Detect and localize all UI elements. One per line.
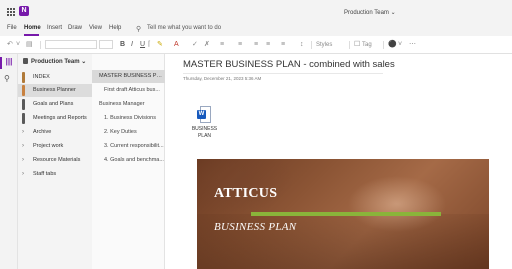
clipboard-icon[interactable]: ▤: [26, 40, 33, 50]
pages-pane: MASTER BUSINESS PLA... First draft Attic…: [92, 54, 165, 269]
page-canvas[interactable]: MASTER BUSINESS PLAN - combined with sal…: [166, 54, 512, 269]
section-label: Staff tabs: [33, 171, 57, 177]
tell-me-search[interactable]: Tell me what you want to do: [147, 25, 221, 31]
dictate-dropdown-icon[interactable]: ˅: [398, 40, 402, 50]
font-color-icon[interactable]: A: [174, 40, 179, 50]
chevron-right-icon: ›: [22, 157, 24, 163]
dictate-icon[interactable]: ⚫: [388, 40, 397, 50]
page-item[interactable]: Business Manager: [92, 98, 165, 111]
section-label: Archive: [33, 129, 52, 135]
divider: [349, 41, 350, 49]
tab-insert[interactable]: Insert: [47, 25, 62, 31]
cover-accent-bar: [251, 212, 441, 216]
section-color-swatch: [22, 99, 25, 110]
page-item[interactable]: MASTER BUSINESS PLA...: [92, 70, 165, 83]
cover-subtitle: BUSINESS PLAN: [214, 221, 297, 233]
section-group-project-work[interactable]: › Project work: [18, 140, 92, 153]
section-business-planner[interactable]: Business Planner: [18, 84, 92, 97]
section-label: Goals and Plans: [33, 101, 74, 107]
page-item[interactable]: 3. Current responsibilit...: [92, 140, 165, 153]
cover-image[interactable]: ATTICUS BUSINESS PLAN: [197, 159, 489, 269]
strikethrough-icon[interactable]: ⌈: [148, 40, 151, 50]
chevron-right-icon: ›: [22, 143, 24, 149]
cover-company-name: ATTICUS: [214, 186, 278, 201]
tab-draw[interactable]: Draw: [68, 25, 82, 31]
tab-home[interactable]: Home: [24, 25, 41, 31]
tag-icon[interactable]: ☐: [354, 40, 360, 50]
tab-view[interactable]: View: [89, 25, 102, 31]
tag-dropdown[interactable]: Tag: [362, 40, 372, 50]
menu-bar: File Home Insert Draw View Help: [0, 22, 512, 36]
app-launcher-icon[interactable]: [7, 8, 15, 16]
ribbon-toolbar: ↶ ˅ ▤ B I U ⌈ ✎ A ✓ ✗ ≡ ≡ ≡ ≡ ≡ ↕ Styles…: [0, 36, 512, 54]
page-item[interactable]: First draft Atticus bus...: [92, 84, 165, 97]
format-painter-icon[interactable]: ✓: [192, 40, 198, 50]
bold-icon[interactable]: B: [120, 40, 125, 50]
section-label: Meetings and Reports: [33, 115, 87, 121]
section-group-archive[interactable]: › Archive: [18, 126, 92, 139]
page-item[interactable]: 4. Goals and benchma...: [92, 154, 165, 167]
paragraph-spacing-icon[interactable]: ↕: [300, 40, 304, 50]
page-item[interactable]: 2. Key Duties: [92, 126, 165, 139]
section-goals-and-plans[interactable]: Goals and Plans: [18, 98, 92, 111]
onenote-logo: N: [19, 6, 29, 16]
align-icon[interactable]: ≡: [281, 40, 285, 50]
section-label: Resource Materials: [33, 157, 81, 163]
numbering-icon[interactable]: ≡: [238, 40, 242, 50]
underline-icon[interactable]: U: [140, 40, 145, 50]
attachment-label[interactable]: BUSINESS PLAN: [187, 126, 222, 140]
section-index[interactable]: INDEX: [18, 71, 92, 84]
font-size-select[interactable]: [99, 40, 113, 49]
section-color-swatch: [22, 113, 25, 124]
section-meetings-and-reports[interactable]: Meetings and Reports: [18, 112, 92, 125]
navigation-rail: ||| ⚲: [0, 54, 18, 269]
lightbulb-icon: ⚲: [136, 26, 142, 33]
page-title[interactable]: MASTER BUSINESS PLAN - combined with sal…: [183, 59, 395, 70]
divider: [40, 41, 41, 49]
bullets-icon[interactable]: ≡: [220, 40, 224, 50]
indent-icon[interactable]: ≡: [254, 40, 258, 50]
highlight-icon[interactable]: ✎: [157, 40, 163, 50]
word-badge: W: [197, 110, 206, 119]
notebooks-icon[interactable]: |||: [4, 57, 14, 69]
rail-active-indicator: [0, 57, 2, 69]
section-label: Project work: [33, 143, 64, 149]
title-bar: N Production Team ⌄: [0, 0, 512, 22]
section-color-swatch: [22, 85, 25, 96]
title-underline: [183, 73, 383, 74]
divider: [383, 41, 384, 49]
section-label: Business Planner: [33, 87, 76, 93]
word-document-icon[interactable]: W: [197, 106, 211, 123]
sections-pane: Production Team ⌄ INDEX Business Planner…: [18, 54, 92, 269]
chevron-right-icon: ›: [22, 129, 24, 135]
clear-formatting-icon[interactable]: ✗: [204, 40, 210, 50]
section-group-staff-tabs[interactable]: › Staff tabs: [18, 168, 92, 181]
italic-icon[interactable]: I: [131, 40, 133, 50]
outdent-icon[interactable]: ≡: [266, 40, 270, 50]
styles-dropdown[interactable]: Styles: [316, 40, 332, 50]
divider: [311, 41, 312, 49]
notebook-title-dropdown[interactable]: Production Team ⌄: [344, 9, 396, 16]
notebook-icon: [23, 58, 28, 65]
tab-file[interactable]: File: [7, 25, 17, 31]
chevron-right-icon: ›: [22, 171, 24, 177]
undo-icon[interactable]: ↶: [7, 40, 13, 50]
page-date: Thursday, December 21, 2023 5:36 AM: [183, 76, 262, 81]
section-label: INDEX: [33, 74, 50, 80]
notebook-name: Production Team ⌄: [31, 59, 87, 65]
notebook-selector[interactable]: Production Team ⌄: [23, 58, 93, 65]
section-group-resource-materials[interactable]: › Resource Materials: [18, 154, 92, 167]
more-options-icon[interactable]: ⋯: [409, 40, 416, 50]
font-family-select[interactable]: [45, 40, 97, 49]
section-color-swatch: [22, 72, 25, 83]
search-icon[interactable]: ⚲: [4, 74, 10, 83]
tab-help[interactable]: Help: [109, 25, 121, 31]
undo-dropdown-icon[interactable]: ˅: [16, 40, 20, 50]
page-item[interactable]: 1. Business Divisions: [92, 112, 165, 125]
